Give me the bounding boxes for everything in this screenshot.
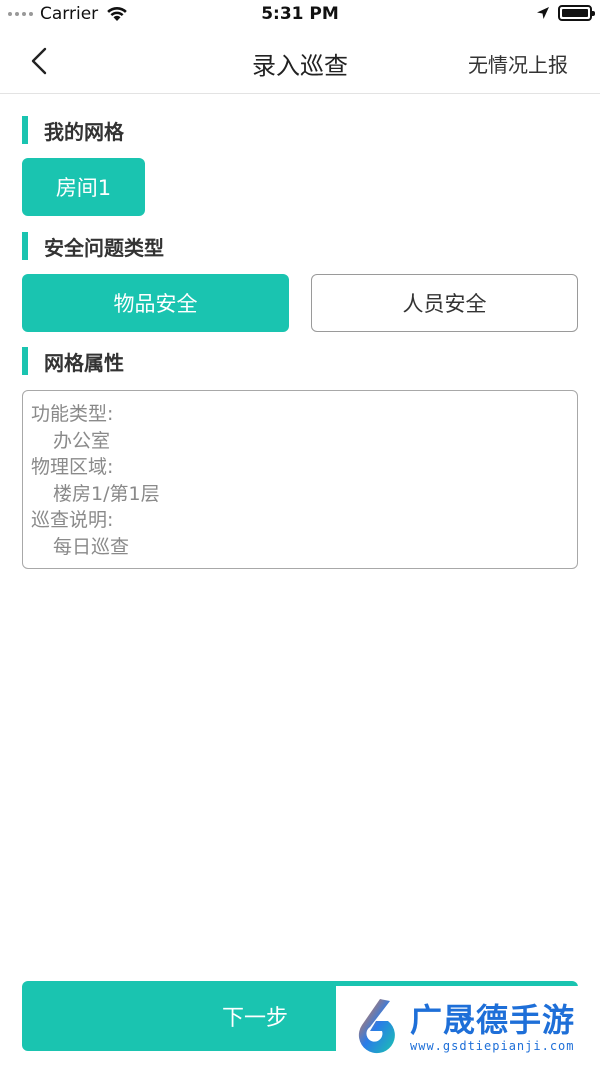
- property-value: 每日巡查: [53, 535, 130, 558]
- grid-attributes-header: 网格属性: [22, 346, 124, 376]
- issue-type-personnel-safety[interactable]: 人员安全: [311, 274, 578, 332]
- section-title: 安全问题类型: [44, 235, 164, 260]
- grid-attributes-box: 功能类型: 办公室 物理区域: 楼房1/第1层 巡查说明: 每日巡查: [22, 390, 578, 569]
- section-accent-bar: [22, 232, 28, 260]
- property-value: 楼房1/第1层: [53, 482, 160, 505]
- chevron-left-icon: [31, 47, 47, 75]
- watermark-url: www.gsdtiepianji.com: [410, 1038, 575, 1053]
- section-accent-bar: [22, 347, 28, 375]
- section-title: 网格属性: [44, 350, 124, 375]
- section-accent-bar: [22, 116, 28, 144]
- battery-icon: [558, 5, 595, 21]
- status-time: 5:31 PM: [261, 4, 339, 24]
- section-title: 我的网格: [44, 119, 124, 144]
- property-label: 物理区域:: [31, 456, 114, 478]
- property-value: 办公室: [53, 429, 111, 452]
- no-issue-report-button[interactable]: 无情况上报: [468, 49, 568, 78]
- back-button[interactable]: [22, 44, 56, 78]
- watermark-text: 广晟德手游 www.gsdtiepianji.com: [410, 1001, 575, 1053]
- grid-chip-room[interactable]: 房间1: [22, 158, 145, 216]
- watermark-name: 广晟德手游: [410, 1000, 576, 1039]
- property-label: 巡查说明:: [31, 509, 114, 531]
- issue-type-item-safety[interactable]: 物品安全: [22, 274, 289, 332]
- status-bar: Carrier 5:31 PM: [0, 0, 600, 30]
- watermark-logo-icon: [358, 998, 395, 1053]
- watermark: 广晟德手游 www.gsdtiepianji.com: [336, 986, 600, 1067]
- status-right: [536, 5, 595, 21]
- location-arrow-icon: [537, 7, 549, 19]
- my-grid-header: 我的网格: [22, 115, 124, 145]
- property-label: 功能类型:: [31, 403, 114, 425]
- next-step-label: 下一步: [221, 1006, 288, 1031]
- issue-type-header: 安全问题类型: [22, 231, 164, 261]
- nav-bar: 录入巡查 无情况上报: [0, 30, 600, 94]
